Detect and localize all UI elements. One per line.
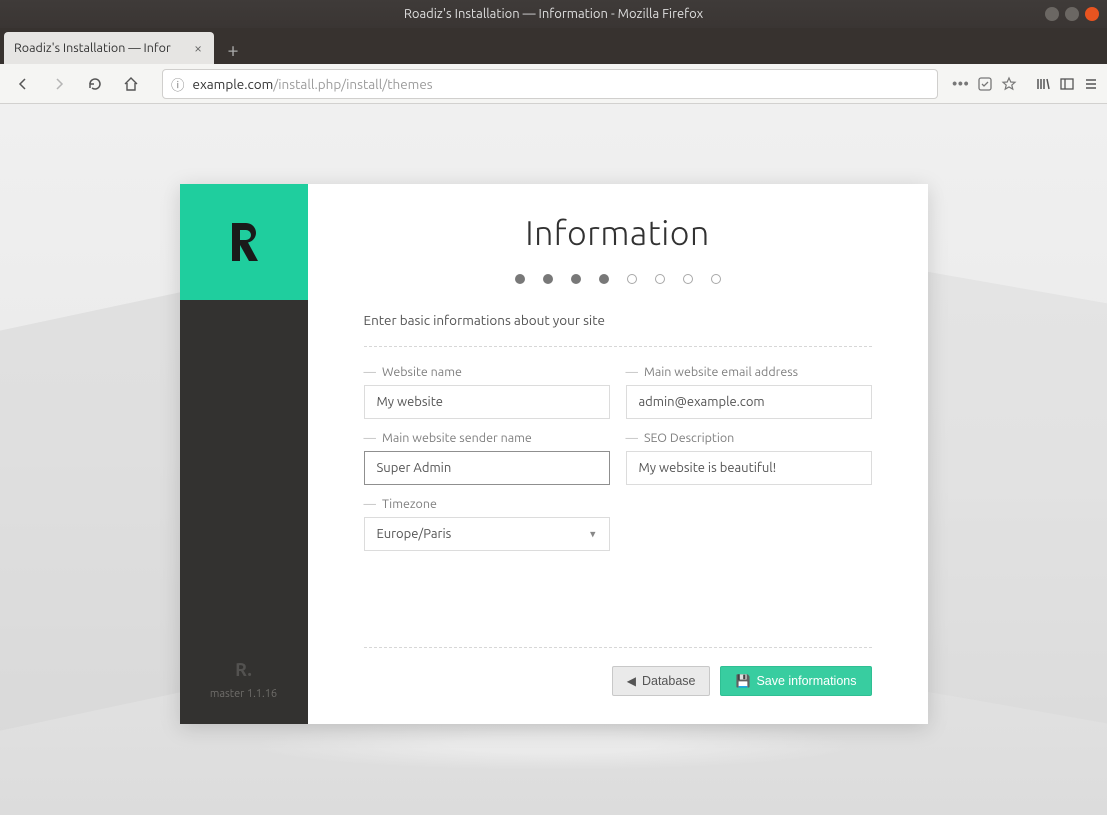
step-1-dot [515, 274, 525, 284]
reload-button[interactable] [80, 69, 110, 99]
sidebar-icon[interactable] [1059, 76, 1075, 92]
form-grid: —Website name —Main website email addres… [364, 365, 872, 551]
field-sender: —Main website sender name [364, 431, 610, 485]
back-arrow-icon: ◀ [627, 674, 636, 688]
logo-box [180, 184, 308, 300]
maximize-icon[interactable] [1065, 7, 1079, 21]
version-text: master 1.1.16 [180, 688, 308, 700]
back-database-button[interactable]: ◀ Database [612, 666, 711, 696]
forward-icon [51, 76, 67, 92]
home-icon [123, 76, 139, 92]
field-seo: —SEO Description [626, 431, 872, 485]
input-email[interactable] [626, 385, 872, 419]
input-sender[interactable] [364, 451, 610, 485]
input-seo[interactable] [626, 451, 872, 485]
url-host: example.com [193, 76, 274, 92]
divider-bottom [364, 647, 872, 648]
bookmark-icon[interactable] [1001, 76, 1017, 92]
label-seo: —SEO Description [626, 431, 872, 445]
roadiz-logo-icon [226, 219, 262, 265]
field-email: —Main website email address [626, 365, 872, 419]
intro-text: Enter basic informations about your site [364, 312, 872, 328]
back-icon [15, 76, 31, 92]
minimize-icon[interactable] [1045, 7, 1059, 21]
form-area: Enter basic informations about your site… [308, 312, 928, 629]
button-row: ◀ Database 💾 Save informations [308, 666, 928, 724]
site-info-icon[interactable]: ⓘ [171, 74, 185, 94]
roadiz-small-logo-icon: R. [180, 660, 308, 680]
browser-navbar: ⓘ example.com /install.php/install/theme… [0, 64, 1107, 104]
home-button[interactable] [116, 69, 146, 99]
sidebar-footer: R. master 1.1.16 [180, 660, 308, 724]
label-email: —Main website email address [626, 365, 872, 379]
page-content: R. master 1.1.16 Information Enter basic… [0, 104, 1107, 815]
page-actions: ••• [946, 75, 1023, 93]
field-website-name: —Website name [364, 365, 610, 419]
window-title: Roadiz's Installation — Information - Mo… [404, 7, 703, 21]
window-controls [1045, 7, 1099, 21]
label-website-name: —Website name [364, 365, 610, 379]
step-5-dot [627, 274, 637, 284]
window-titlebar: Roadiz's Installation — Information - Mo… [0, 0, 1107, 28]
step-6-dot [655, 274, 665, 284]
step-4-dot [599, 274, 609, 284]
main-header: Information [308, 184, 928, 274]
installer-sidebar: R. master 1.1.16 [180, 184, 308, 724]
tab-title: Roadiz's Installation — Infor [14, 41, 171, 55]
progress-steps [308, 274, 928, 284]
step-7-dot [683, 274, 693, 284]
browser-tab[interactable]: Roadiz's Installation — Infor × [4, 32, 214, 64]
url-path: /install.php/install/themes [273, 76, 432, 92]
label-timezone: —Timezone [364, 497, 610, 511]
save-disk-icon: 💾 [735, 674, 750, 688]
step-3-dot [571, 274, 581, 284]
more-page-actions-icon[interactable]: ••• [952, 75, 969, 93]
forward-button[interactable] [44, 69, 74, 99]
page-title: Information [308, 214, 928, 252]
save-informations-button[interactable]: 💾 Save informations [720, 666, 871, 696]
tab-close-icon[interactable]: × [192, 38, 204, 58]
library-icon[interactable] [1035, 76, 1051, 92]
back-button[interactable] [8, 69, 38, 99]
reader-mode-icon[interactable] [977, 76, 993, 92]
browser-right-group [1029, 76, 1099, 92]
menu-icon[interactable] [1083, 76, 1099, 92]
address-bar[interactable]: ⓘ example.com /install.php/install/theme… [162, 69, 938, 99]
new-tab-button[interactable]: + [218, 34, 248, 64]
tab-bar: Roadiz's Installation — Infor × + [0, 28, 1107, 64]
input-website-name[interactable] [364, 385, 610, 419]
step-2-dot [543, 274, 553, 284]
label-sender: —Main website sender name [364, 431, 610, 445]
field-timezone: —Timezone Europe/Paris [364, 497, 610, 551]
installer-panel: R. master 1.1.16 Information Enter basic… [180, 184, 928, 724]
close-icon[interactable] [1085, 7, 1099, 21]
select-timezone[interactable]: Europe/Paris [364, 517, 610, 551]
step-8-dot [711, 274, 721, 284]
reload-icon [87, 76, 103, 92]
installer-main: Information Enter basic informations abo… [308, 184, 928, 724]
divider [364, 346, 872, 347]
